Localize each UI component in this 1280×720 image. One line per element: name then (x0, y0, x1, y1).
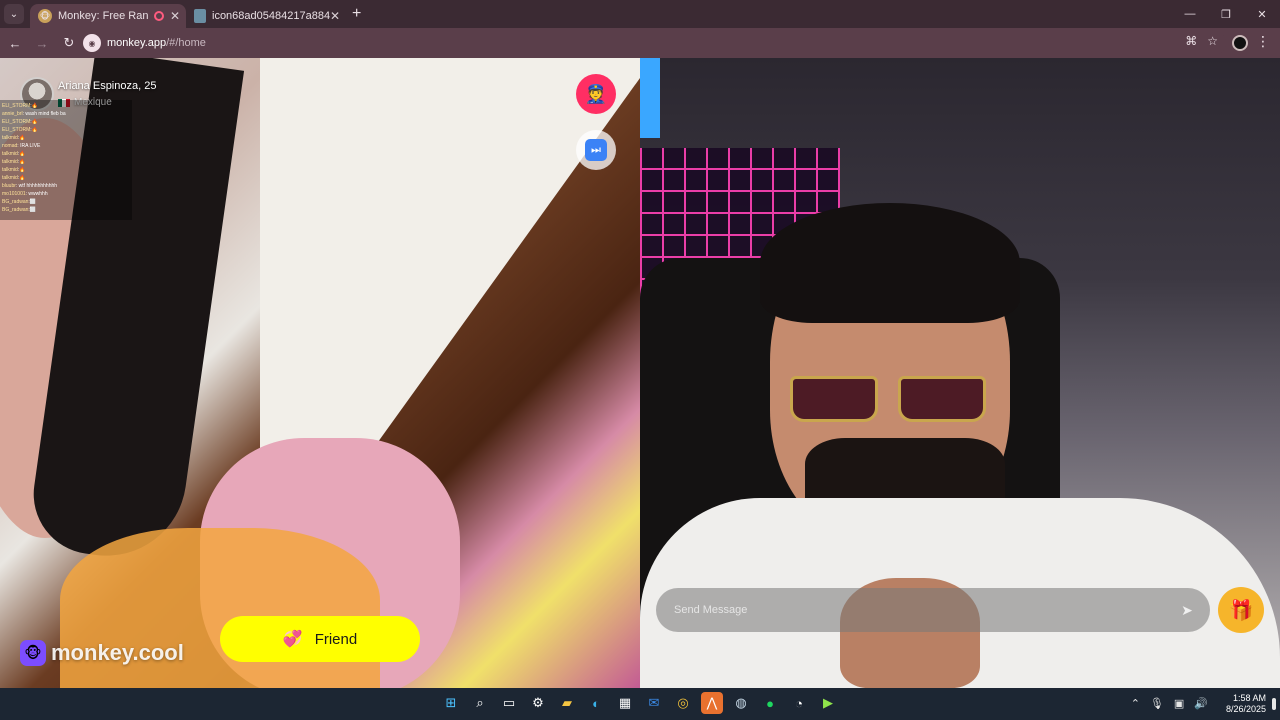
peer-name: Ariana Espinoza, 25 (58, 80, 157, 92)
gift-button[interactable]: 🎁 (1218, 587, 1264, 633)
recording-indicator-icon (153, 11, 164, 21)
list-item: nomad: IRA LIVE (2, 143, 41, 149)
video-person (780, 376, 1000, 428)
close-tab-icon[interactable]: ✕ (170, 9, 180, 23)
tray-chevron-icon[interactable]: ⌃ (1131, 697, 1140, 710)
url-path: /#/home (166, 37, 206, 49)
send-arrow-icon[interactable]: ➤ (1178, 601, 1196, 619)
chrome-icon[interactable]: ◎ (672, 692, 694, 714)
translate-icon[interactable]: ⌘ (1185, 34, 1197, 48)
list-item: bluubr: wtf hhhhhhhhhhh (2, 183, 58, 189)
list-item: ELI_STORM:🔥 (2, 103, 38, 109)
list-item: annie_brl: wash mind fleb ba (2, 111, 66, 117)
list-item: talkmid:🔥 (2, 167, 26, 173)
clock[interactable]: 1:58 AM 8/26/2025 (1226, 693, 1266, 715)
list-item: ELI_STORM:🔥 (2, 119, 38, 125)
list-item: talkmid:🔥 (2, 151, 26, 157)
task-view-icon[interactable]: ▭ (498, 692, 520, 714)
app-a-icon[interactable]: ⋀ (701, 692, 723, 714)
report-button[interactable]: 👮 (576, 74, 616, 114)
brand-name: monkey.cool (51, 640, 184, 665)
edge-browser-icon[interactable]: ◐ (585, 692, 607, 714)
steam-icon[interactable]: ◍ (730, 692, 752, 714)
heart-icon: 💞 (282, 631, 303, 648)
profile-avatar-icon[interactable] (1232, 35, 1248, 51)
spotify-icon[interactable]: ● (759, 692, 781, 714)
microphone-icon[interactable]: 🎙 (1150, 697, 1164, 710)
list-item: talkmid:🔥 (2, 159, 26, 165)
brand-watermark: 🐵 monkey.cool (20, 640, 184, 666)
app-clock-icon[interactable]: ◔ (788, 692, 810, 714)
tab-title: icon68ad05484217a884-e4bae (212, 10, 330, 22)
file-explorer-icon[interactable]: ▰ (556, 692, 578, 714)
tab-monkey[interactable]: 🐵 Monkey: Free Random Video Chat ✕ (30, 4, 186, 28)
url-host: monkey.app (107, 37, 167, 49)
skip-forward-icon: ⏭ (585, 139, 607, 161)
browser-toolbar: ← → ↻ ◉ monkey.app/#/home ⌘ ☆ ⋮ (0, 28, 1280, 58)
friend-button[interactable]: 💞 Friend (220, 616, 420, 662)
gift-icon: 🎁 (1228, 599, 1254, 622)
friend-button-label: Friend (314, 630, 358, 648)
windows-start-icon[interactable]: ⊞ (440, 692, 462, 714)
police-officer-icon: 👮 (584, 83, 608, 104)
site-info-icon[interactable]: ◉ (83, 34, 101, 52)
volume-icon[interactable]: 🔊 (1194, 697, 1208, 710)
store-icon[interactable]: ▦ (614, 692, 636, 714)
restore-icon[interactable]: ❐ (1208, 0, 1244, 28)
minimize-icon[interactable]: — (1172, 0, 1208, 28)
video-person (760, 203, 1020, 323)
chat-log: ELI_STORM:🔥 annie_brl: wash mind fleb ba… (0, 100, 132, 220)
notification-icon[interactable] (1272, 698, 1276, 710)
address-bar[interactable]: ◉ monkey.app/#/home ⌘ ☆ (80, 31, 1226, 55)
back-arrow-icon[interactable]: ← (3, 31, 27, 55)
search-icon[interactable]: ⌕ (469, 692, 491, 714)
tab-search-icon[interactable]: ⌄ (4, 4, 24, 24)
browser-tab-bar: ⌄ 🐵 Monkey: Free Random Video Chat ✕ ico… (0, 0, 1280, 28)
address-bar-actions: ⌘ ☆ (1185, 34, 1218, 48)
clock-time: 1:58 AM (1232, 693, 1266, 703)
clock-date: 8/26/2025 (1225, 704, 1266, 714)
message-input[interactable] (674, 604, 1178, 616)
browser-menu-icon[interactable]: ⋮ (1256, 33, 1270, 50)
list-item: ELI_STORM:🔥 (2, 127, 38, 133)
reload-icon[interactable]: ↻ (57, 31, 81, 55)
list-item: talkmid:🔥 (2, 175, 26, 181)
window-controls: — ❐ ✕ (1172, 0, 1280, 28)
video-background (640, 58, 660, 138)
taskbar: ⊞ ⌕ ▭ ⚙ ▰ ◐ ▦ ✉ ◎ ⋀ ◍ ● ◔ ▶ ⌃ 🎙 ▣ 🔊 1:58… (0, 688, 1280, 720)
monkey-favicon-icon: 🐵 (38, 9, 52, 23)
screen: ⌄ 🐵 Monkey: Free Random Video Chat ✕ ico… (0, 0, 1280, 720)
close-tab-icon[interactable]: ✕ (330, 9, 340, 23)
system-tray: ⌃ 🎙 ▣ 🔊 (1131, 697, 1208, 710)
app-play-icon[interactable]: ▶ (817, 692, 839, 714)
file-favicon-icon (194, 9, 206, 23)
message-box: ➤ (656, 588, 1210, 632)
list-item: talkmid:🔥 (2, 135, 26, 141)
skip-button[interactable]: ⏭ (576, 130, 616, 170)
taskbar-apps: ⊞ ⌕ ▭ ⚙ ▰ ◐ ▦ ✉ ◎ ⋀ ◍ ● ◔ ▶ (440, 692, 839, 714)
forward-arrow-icon[interactable]: → (30, 31, 54, 55)
tab-title: Monkey: Free Random Video Chat (58, 10, 148, 22)
tab-icon-file[interactable]: icon68ad05484217a884-e4bae ✕ (186, 4, 346, 28)
settings-gear-icon[interactable]: ⚙ (527, 692, 549, 714)
video-background (260, 58, 640, 458)
network-icon[interactable]: ▣ (1174, 697, 1184, 710)
close-window-icon[interactable]: ✕ (1244, 0, 1280, 28)
new-tab-button[interactable]: + (352, 5, 361, 23)
list-item: BG_radwan:⬜ (2, 199, 37, 205)
outlook-icon[interactable]: ✉ (643, 692, 665, 714)
bookmark-star-icon[interactable]: ☆ (1207, 34, 1218, 48)
list-item: BG_radwan:⬜ (2, 207, 37, 213)
list-item: mo101001: wwwhhh (2, 191, 48, 197)
monkey-logo-icon: 🐵 (20, 640, 46, 666)
